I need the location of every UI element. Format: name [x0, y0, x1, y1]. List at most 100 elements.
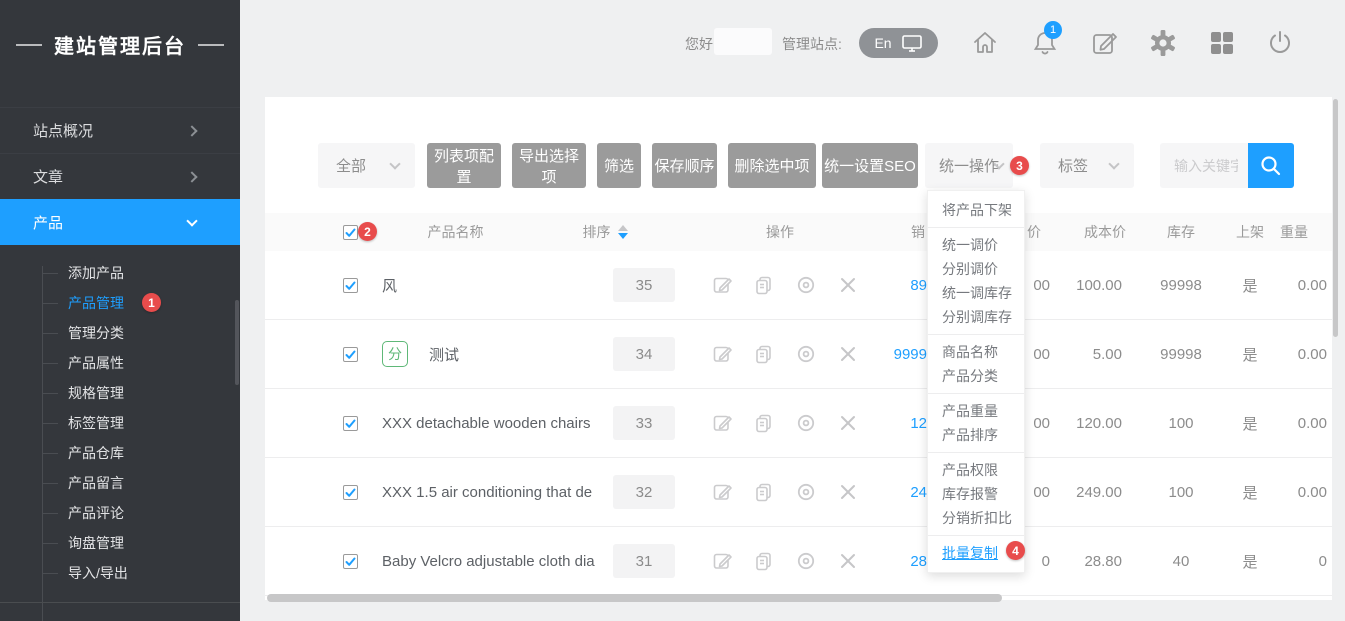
- dropdown-item-product-title[interactable]: 商品名称: [928, 340, 1024, 364]
- sort-value-box[interactable]: 34: [613, 337, 675, 371]
- sales-link[interactable]: 9999: [805, 320, 927, 388]
- submenu-manage-category[interactable]: 管理分类: [0, 318, 240, 348]
- submenu-label: 产品留言: [68, 473, 124, 493]
- export-selected-button[interactable]: 导出选择项: [512, 143, 586, 188]
- sales-link[interactable]: 24: [805, 458, 927, 526]
- dropdown-item-product-weight[interactable]: 产品重量: [928, 399, 1024, 423]
- row-checkbox[interactable]: [343, 416, 358, 431]
- dropdown-item-adjust-stock[interactable]: 统一调库存: [928, 281, 1024, 305]
- sidebar-item-site-overview[interactable]: 站点概况: [0, 107, 240, 153]
- submenu-product-manage[interactable]: 产品管理: [0, 288, 240, 318]
- home-icon[interactable]: [969, 27, 1001, 59]
- top-header: 您好 管理站点: En: [240, 0, 1345, 86]
- copy-icon[interactable]: [752, 273, 776, 297]
- dropdown-item-product-category[interactable]: 产品分类: [928, 364, 1024, 388]
- product-name[interactable]: XXX detachable wooden chairs: [382, 389, 607, 457]
- product-name[interactable]: Baby Velcro adjustable cloth dia: [382, 527, 607, 595]
- submenu-add-product[interactable]: 添加产品: [0, 258, 240, 288]
- row-checkbox[interactable]: [343, 347, 358, 362]
- gear-icon[interactable]: [1147, 27, 1179, 59]
- edit-icon[interactable]: [710, 480, 734, 504]
- tag-select[interactable]: 标签: [1040, 143, 1134, 188]
- submenu-product-attr[interactable]: 产品属性: [0, 348, 240, 378]
- copy-icon[interactable]: [752, 411, 776, 435]
- sales-link[interactable]: 89: [805, 251, 927, 319]
- dropdown-divider: [928, 535, 1024, 536]
- submenu-inquiry-manage[interactable]: 询盘管理: [0, 528, 240, 558]
- tag-select-label: 标签: [1058, 155, 1088, 176]
- sales-link[interactable]: 28: [805, 527, 927, 595]
- submenu-label: 标签管理: [68, 413, 124, 433]
- logo-dash-left: [16, 44, 42, 46]
- edit-icon[interactable]: [710, 273, 734, 297]
- delete-selected-button[interactable]: 删除选中项: [728, 143, 816, 188]
- col-header-name[interactable]: 产品名称: [413, 213, 498, 251]
- col-header-sales[interactable]: 销: [865, 213, 925, 251]
- sidebar-item-label: 产品: [33, 212, 63, 233]
- dropdown-item-stock-alert[interactable]: 库存报警: [928, 482, 1024, 506]
- sidebar-item-label: 站点概况: [33, 120, 93, 141]
- row-checkbox[interactable]: [343, 554, 358, 569]
- submenu-spec-manage[interactable]: 规格管理: [0, 378, 240, 408]
- dropdown-item-distribution-discount[interactable]: 分销折扣比: [928, 506, 1024, 530]
- vertical-scrollbar[interactable]: [1333, 99, 1338, 337]
- col-header-sort[interactable]: 排序: [560, 213, 650, 251]
- batch-seo-button[interactable]: 统一设置SEO: [822, 143, 918, 188]
- col-header-shelf[interactable]: 上架: [1218, 213, 1282, 251]
- category-tag: 分: [382, 341, 408, 367]
- row-checkbox[interactable]: [343, 278, 358, 293]
- power-icon[interactable]: [1264, 27, 1296, 59]
- submenu-product-message[interactable]: 产品留言: [0, 468, 240, 498]
- dropdown-item-product-sort[interactable]: 产品排序: [928, 423, 1024, 447]
- sales-link[interactable]: 12: [805, 389, 927, 457]
- product-name[interactable]: XXX 1.5 air conditioning that de: [382, 458, 607, 526]
- copy-icon[interactable]: [752, 480, 776, 504]
- save-order-button[interactable]: 保存顺序: [652, 143, 717, 188]
- edit-icon[interactable]: [1088, 27, 1120, 59]
- horizontal-scrollbar[interactable]: [267, 594, 1002, 602]
- sidebar-scrollbar[interactable]: [235, 300, 239, 385]
- list-config-button[interactable]: 列表项配置: [427, 143, 501, 188]
- dropdown-item-unshelve[interactable]: 将产品下架: [928, 198, 1024, 222]
- sort-value-box[interactable]: 35: [613, 268, 675, 302]
- filter-all-select[interactable]: 全部: [318, 143, 415, 188]
- sort-value-box[interactable]: 31: [613, 544, 675, 578]
- row-checkbox[interactable]: [343, 485, 358, 500]
- product-name[interactable]: 风: [382, 251, 607, 319]
- batch-operation-select[interactable]: 统一操作: [925, 143, 1013, 188]
- sort-value-box[interactable]: 33: [613, 406, 675, 440]
- col-header-price[interactable]: 价: [1027, 213, 1047, 251]
- sort-value-box[interactable]: 32: [613, 475, 675, 509]
- submenu-product-warehouse[interactable]: 产品仓库: [0, 438, 240, 468]
- col-header-weight[interactable]: 重量: [1280, 213, 1327, 251]
- sidebar-item-products[interactable]: 产品: [0, 199, 240, 245]
- cost-value: 28.80: [1037, 527, 1122, 595]
- submenu-product-review[interactable]: 产品评论: [0, 498, 240, 528]
- table-body: 风 35 89 00 100.00 99998 是 0.00 分: [265, 251, 1332, 596]
- copy-icon[interactable]: [752, 342, 776, 366]
- select-all-checkbox[interactable]: [343, 225, 358, 240]
- dropdown-item-product-permission[interactable]: 产品权限: [928, 458, 1024, 482]
- col-header-stock[interactable]: 库存: [1148, 213, 1214, 251]
- language-toggle[interactable]: En: [859, 28, 938, 58]
- copy-icon[interactable]: [752, 549, 776, 573]
- sort-carets-icon[interactable]: [618, 225, 628, 239]
- edit-icon[interactable]: [710, 549, 734, 573]
- admin-app: 建站管理后台 站点概况 文章 产品 添加产品 产品管理 管理分类 产品属性 规格…: [0, 0, 1345, 621]
- col-header-cost[interactable]: 成本价: [1070, 213, 1140, 251]
- edit-icon[interactable]: [710, 342, 734, 366]
- sidebar-item-articles[interactable]: 文章: [0, 153, 240, 199]
- submenu-import-export[interactable]: 导入/导出: [0, 558, 240, 588]
- dropdown-item-adjust-stock-each[interactable]: 分别调库存: [928, 305, 1024, 329]
- batch-operation-dropdown: 将产品下架 统一调价 分别调价 统一调库存 分别调库存 商品名称 产品分类 产品…: [927, 190, 1025, 573]
- filter-button[interactable]: 筛选: [597, 143, 641, 188]
- dropdown-item-adjust-price[interactable]: 统一调价: [928, 233, 1024, 257]
- product-name-cell[interactable]: 分 测试: [382, 320, 607, 388]
- search-input[interactable]: [1160, 143, 1248, 188]
- dropdown-item-adjust-price-each[interactable]: 分别调价: [928, 257, 1024, 281]
- apps-grid-icon[interactable]: [1206, 27, 1238, 59]
- search-button[interactable]: [1248, 143, 1294, 188]
- edit-icon[interactable]: [710, 411, 734, 435]
- table-row: 风 35 89 00 100.00 99998 是 0.00: [265, 251, 1332, 320]
- submenu-tag-manage[interactable]: 标签管理: [0, 408, 240, 438]
